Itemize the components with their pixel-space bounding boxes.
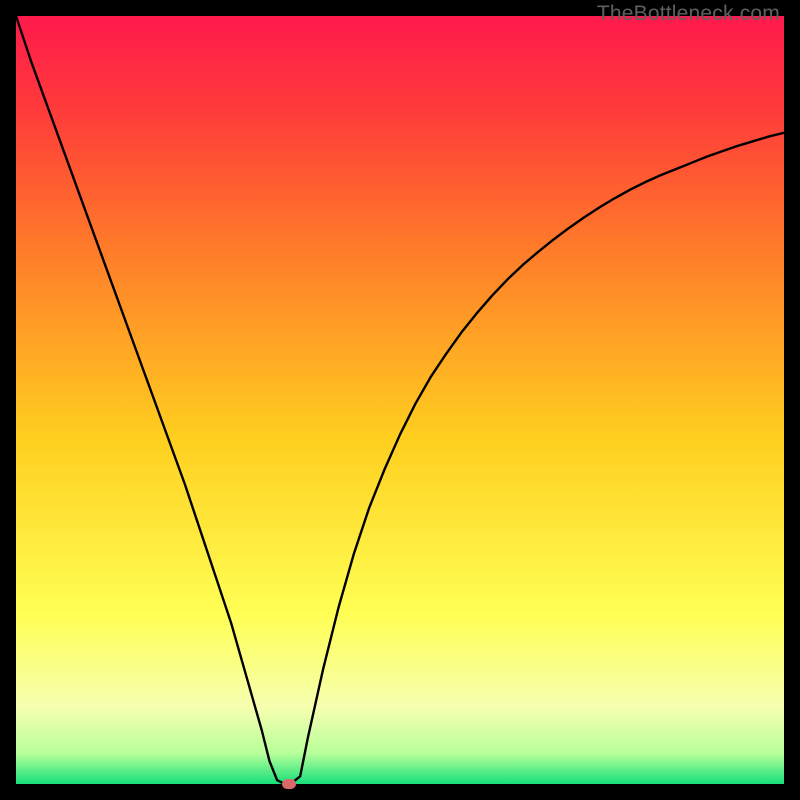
gradient-background	[16, 16, 784, 784]
minimum-marker	[282, 779, 296, 789]
watermark-text: TheBottleneck.com	[597, 2, 780, 26]
chart-frame	[16, 16, 784, 784]
bottleneck-chart	[16, 16, 784, 784]
